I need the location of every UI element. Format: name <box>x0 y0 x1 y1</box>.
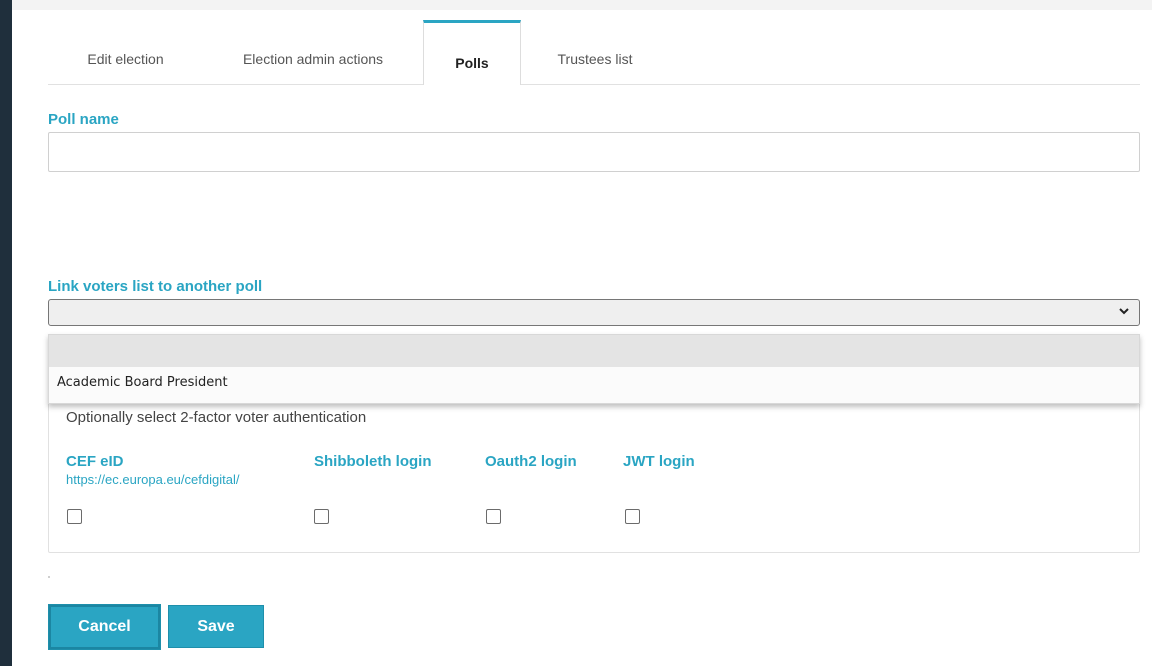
poll-name-label: Poll name <box>48 111 119 128</box>
left-sidebar-edge <box>0 0 12 666</box>
cef-eid-link[interactable]: https://ec.europa.eu/cefdigital/ <box>66 472 239 487</box>
auth-option-name: Oauth2 login <box>485 453 577 470</box>
auth-option-oauth2: Oauth2 login <box>485 453 577 470</box>
auth-option-cef-eid: CEF eID https://ec.europa.eu/cefdigital/ <box>66 453 239 487</box>
tab-bar: Edit election Election admin actions Pol… <box>48 10 1140 85</box>
link-voters-dropdown-list: Academic Board President <box>48 334 1140 404</box>
auth-option-name: CEF eID <box>66 453 124 470</box>
top-strip <box>12 0 1152 10</box>
jwt-checkbox[interactable] <box>625 509 640 524</box>
poll-name-input[interactable] <box>48 132 1140 172</box>
shibboleth-checkbox[interactable] <box>314 509 329 524</box>
two-factor-auth-title: Optionally select 2-factor voter authent… <box>66 409 367 426</box>
link-voters-label: Link voters list to another poll <box>48 278 263 295</box>
poll-edit-form: Edit election Election admin actions Pol… <box>48 10 1140 650</box>
save-button[interactable]: Save <box>168 605 264 648</box>
dropdown-option-empty[interactable] <box>49 335 1139 367</box>
cef-eid-checkbox[interactable] <box>67 509 82 524</box>
two-factor-auth-panel: Optionally select 2-factor voter authent… <box>48 390 1140 553</box>
auth-option-name: Shibboleth login <box>314 453 432 470</box>
dropdown-option-academic-board-president[interactable]: Academic Board President <box>49 367 1139 398</box>
cancel-button[interactable]: Cancel <box>48 604 161 650</box>
oauth2-checkbox[interactable] <box>486 509 501 524</box>
chevron-down-icon <box>1119 308 1129 315</box>
tab-polls[interactable]: Polls <box>423 20 521 85</box>
divider-dot <box>48 576 50 578</box>
auth-option-name: JWT login <box>623 453 695 470</box>
link-voters-select[interactable] <box>48 299 1140 326</box>
tab-trustees-list[interactable]: Trustees list <box>521 10 669 84</box>
auth-option-jwt: JWT login <box>623 453 695 470</box>
auth-option-shibboleth: Shibboleth login <box>314 453 431 470</box>
tab-edit-election[interactable]: Edit election <box>48 10 203 84</box>
tab-election-admin-actions[interactable]: Election admin actions <box>203 10 423 84</box>
